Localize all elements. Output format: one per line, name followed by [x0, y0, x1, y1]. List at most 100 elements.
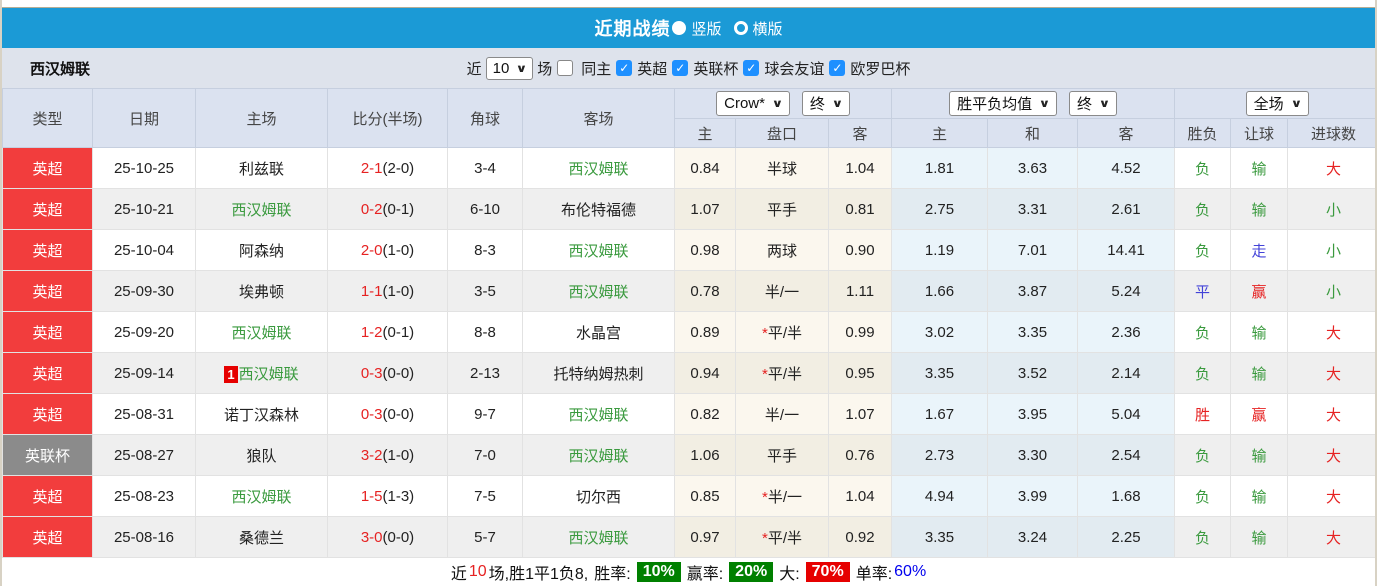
live-star: *: [761, 488, 768, 506]
goals-cell: 大: [1287, 516, 1375, 558]
asian-away-col-header: 客: [827, 118, 893, 148]
date-cell: 25-09-14: [92, 352, 196, 394]
goals-cell: 大: [1287, 147, 1375, 189]
euro-draw-odds-cell: 3.24: [987, 516, 1079, 558]
live-star: *: [761, 365, 768, 383]
asian-odds-time-select[interactable]: 终 ∨: [801, 91, 850, 116]
outcome-cell: 负: [1174, 352, 1232, 394]
match-row: 英超 25-09-30 埃弗顿 1-1(1-0) 3-5 西汉姆联 0.78 半/一 1.11 1…: [2, 270, 1375, 312]
halftime-score: (1-3): [382, 487, 415, 505]
score-cell: 0-3(0-0): [327, 393, 448, 435]
goals-cell: 大: [1287, 393, 1375, 435]
outcome-cell: 负: [1174, 188, 1232, 230]
date-cell: 25-10-04: [92, 229, 196, 271]
goals-cell: 大: [1287, 352, 1375, 394]
home-team-cell: 狼队: [195, 434, 328, 476]
home-col-header: 主场: [195, 88, 328, 148]
league-checkbox-epl[interactable]: ✓: [616, 60, 633, 76]
euro-draw-odds-cell: 3.35: [987, 311, 1079, 353]
league-checkbox-friendly[interactable]: ✓: [743, 60, 760, 76]
away-team-cell: 托特纳姆热刺: [522, 352, 675, 394]
profit-rate-badge: 20%: [729, 562, 774, 582]
league-label-league-cup: 英联杯: [693, 60, 739, 78]
near-label: 近: [466, 60, 482, 78]
euro-away-odds-cell: 2.14: [1077, 352, 1176, 394]
asian-away-odds-cell: 0.99: [827, 311, 893, 353]
euro-home-odds-cell: 3.02: [891, 311, 989, 353]
away-team-name: 西汉姆联: [568, 242, 629, 260]
score-col-header: 比分(半场): [327, 88, 448, 148]
date-cell: 25-10-21: [92, 188, 196, 230]
home-team-name: 埃弗顿: [238, 283, 284, 301]
vertical-layout-radio[interactable]: [672, 21, 687, 35]
chevron-down-icon: ∨: [1290, 98, 1302, 110]
top-strip: [2, 0, 1375, 8]
match-row: 英超 25-09-20 西汉姆联 1-2(0-1) 8-8 水晶宫 0.89 *平/半 0.99…: [2, 311, 1375, 353]
corner-cell: 3-4: [447, 147, 523, 189]
match-count-select[interactable]: 10 ∨: [485, 56, 534, 80]
halftime-score: (1-0): [382, 241, 415, 259]
horizontal-layout-label[interactable]: 横版: [753, 18, 783, 39]
asian-home-odds-cell: 0.98: [674, 229, 736, 271]
home-team-cell: 埃弗顿: [195, 270, 328, 312]
euro-home-col-header: 主: [891, 118, 989, 148]
chevron-down-icon: ∨: [771, 98, 784, 110]
asian-home-odds-cell: 0.89: [674, 311, 736, 353]
recent-results-panel: 近期战绩 竖版 横版 西汉姆联 近 10 ∨ 场 同主 ✓ 英超 ✓ 英联杯 ✓ …: [0, 0, 1377, 586]
handicap-result-cell: 赢: [1230, 270, 1289, 312]
fulltime-score: 2-1: [360, 159, 383, 177]
corner-cell: 5-7: [447, 516, 523, 558]
asian-away-odds-cell: 0.95: [827, 352, 893, 394]
horizontal-layout-radio[interactable]: [733, 21, 748, 35]
away-team-cell: 水晶宫: [522, 311, 675, 353]
euro-draw-odds-cell: 3.31: [987, 188, 1079, 230]
handicap-result-cell: 输: [1230, 475, 1289, 517]
goals-cell: 小: [1287, 229, 1375, 271]
outcome-cell: 负: [1174, 147, 1232, 189]
goals-cell: 小: [1287, 188, 1375, 230]
handicap-result-cell: 输: [1230, 516, 1289, 558]
date-cell: 25-08-31: [92, 393, 196, 435]
halftime-score: (0-0): [382, 405, 415, 423]
away-team-cell: 西汉姆联: [522, 516, 675, 558]
scope-select[interactable]: 全场 ∨: [1245, 91, 1309, 116]
euro-home-odds-cell: 2.75: [891, 188, 989, 230]
asian-away-odds-cell: 1.04: [827, 475, 893, 517]
league-cell: 英超: [2, 516, 93, 558]
away-team-cell: 西汉姆联: [522, 434, 675, 476]
away-team-name: 托特纳姆热刺: [553, 365, 644, 383]
odds-company-select[interactable]: Crow* ∨: [716, 91, 790, 116]
fulltime-score: 0-3: [360, 364, 383, 382]
home-team-name: 阿森纳: [238, 242, 284, 260]
euro-away-odds-cell: 2.36: [1077, 311, 1176, 353]
euro-away-odds-cell: 2.25: [1077, 516, 1176, 558]
asian-away-odds-cell: 0.90: [827, 229, 893, 271]
corner-cell: 7-5: [447, 475, 523, 517]
euro-odds-time-select[interactable]: 终 ∨: [1069, 91, 1117, 116]
asian-home-odds-cell: 0.84: [674, 147, 736, 189]
asian-away-odds-cell: 0.92: [827, 516, 893, 558]
chevron-down-icon: ∨: [831, 98, 844, 110]
handicap-result-cell: 赢: [1230, 393, 1289, 435]
same-home-checkbox[interactable]: [557, 60, 574, 76]
corner-cell: 8-3: [447, 229, 523, 271]
euro-draw-odds-cell: 3.30: [987, 434, 1079, 476]
home-team-name: 桑德兰: [238, 529, 284, 547]
league-checkbox-league-cup[interactable]: ✓: [672, 60, 689, 76]
date-cell: 25-09-20: [92, 311, 196, 353]
handicap-result-cell: 输: [1230, 434, 1289, 476]
chevron-down-icon: ∨: [1098, 98, 1111, 110]
goals-cell: 大: [1287, 434, 1375, 476]
euro-odds-select[interactable]: 胜平负均值 ∨: [949, 91, 1058, 116]
euro-home-odds-cell: 4.94: [891, 475, 989, 517]
date-cell: 25-10-25: [92, 147, 196, 189]
score-cell: 1-1(1-0): [327, 270, 448, 312]
handicap-result-cell: 输: [1230, 352, 1289, 394]
handicap-col-header: 盘口: [735, 118, 829, 148]
league-checkbox-europa[interactable]: ✓: [829, 60, 846, 76]
score-cell: 1-2(0-1): [327, 311, 448, 353]
asian-away-odds-cell: 1.11: [827, 270, 893, 312]
halftime-score: (0-0): [382, 528, 415, 546]
handicap-cell: 平手: [735, 434, 829, 476]
vertical-layout-label[interactable]: 竖版: [691, 18, 721, 39]
